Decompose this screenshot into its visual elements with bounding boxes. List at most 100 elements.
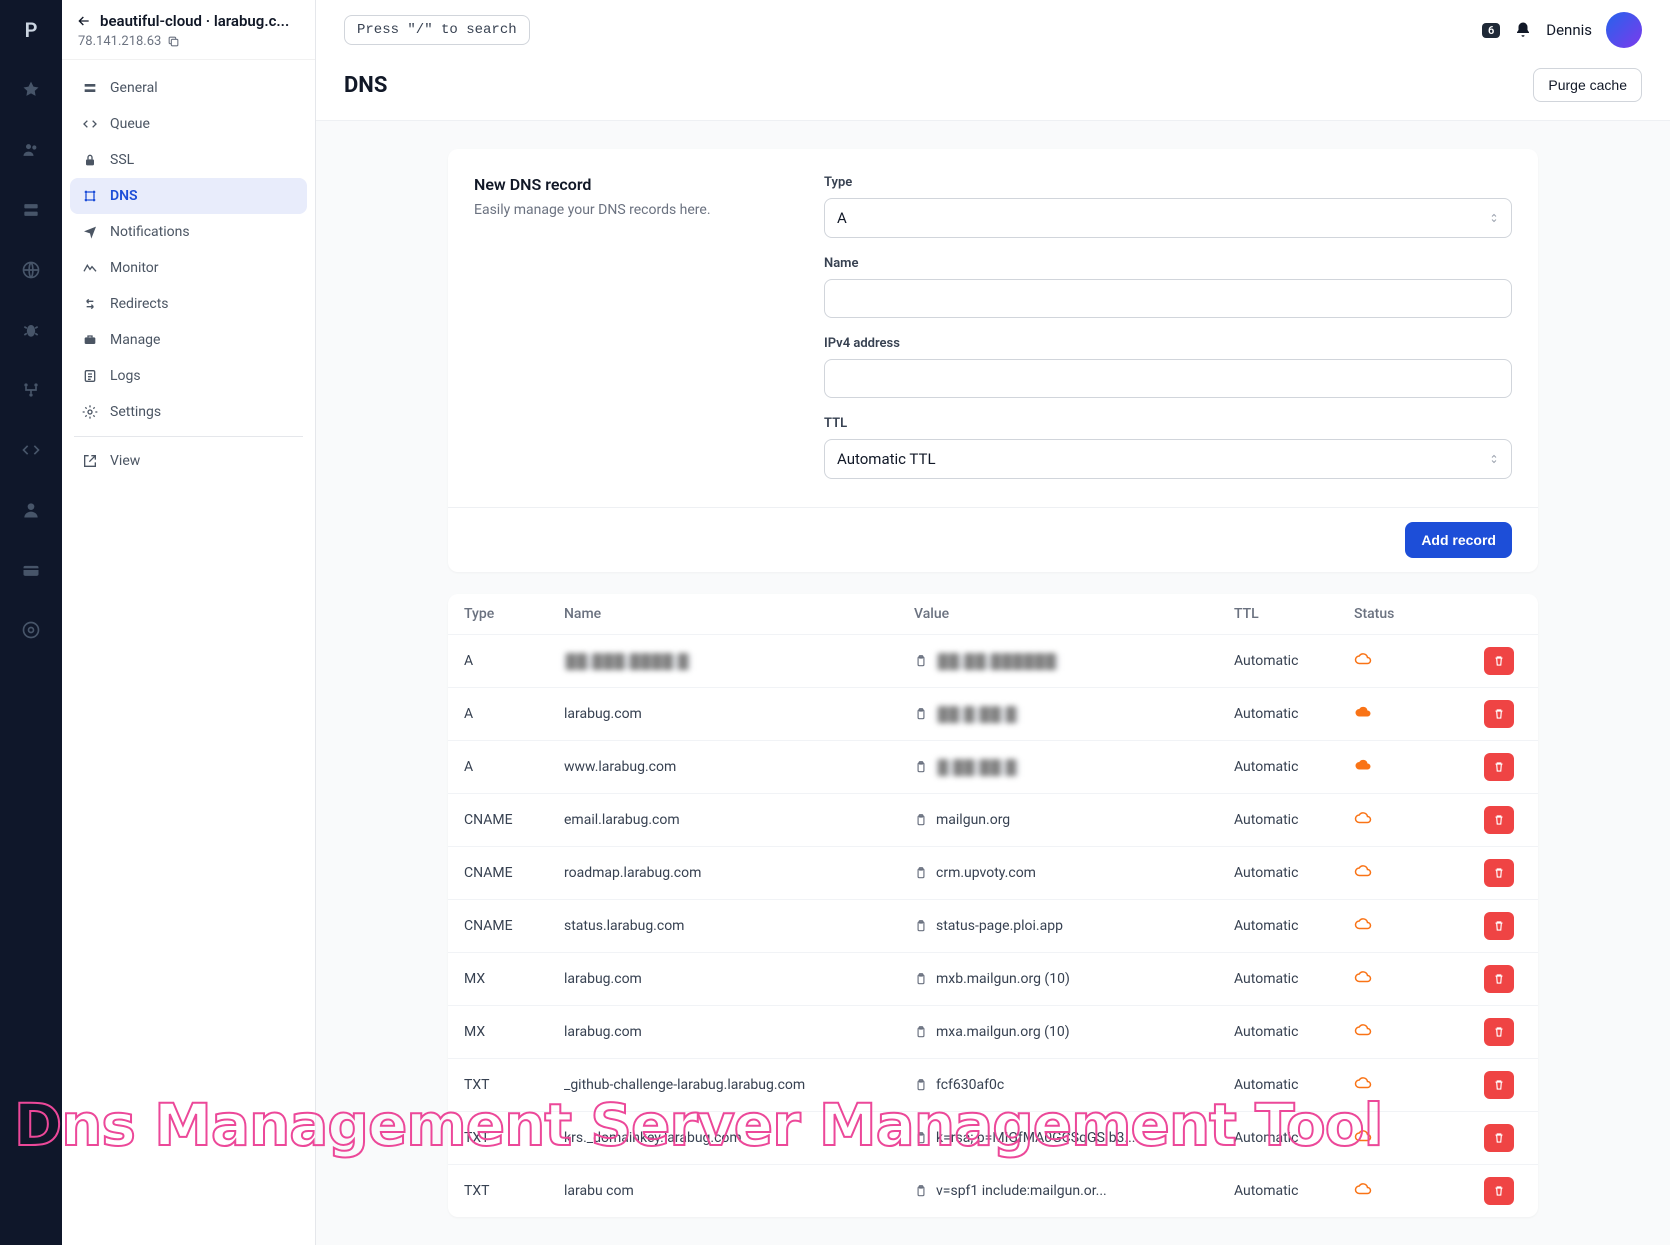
delete-record-button[interactable]	[1484, 1071, 1514, 1099]
cloud-outline-icon[interactable]	[1354, 915, 1372, 933]
breadcrumb[interactable]: beautiful-cloud · larabug.c...	[76, 12, 301, 30]
type-label: Type	[824, 175, 1512, 190]
monitor-icon	[82, 260, 98, 276]
ttl-select[interactable]: Automatic TTL	[824, 439, 1512, 479]
rail-card-icon[interactable]	[11, 550, 51, 590]
cloud-outline-icon[interactable]	[1354, 1074, 1372, 1092]
general-icon	[82, 80, 98, 96]
search-trigger[interactable]: Press "/" to search	[344, 15, 530, 45]
rail-code-icon[interactable]	[11, 430, 51, 470]
nav: General Queue SSLDNSNotifications Monitor Re…	[62, 60, 315, 489]
rail-user-icon[interactable]	[11, 490, 51, 530]
sidebar-item-manage[interactable]: Manage	[70, 322, 307, 358]
dns-records-table: Type Name Value TTL Status A ██.███.████…	[448, 594, 1538, 1217]
sidebar-item-view[interactable]: View	[70, 443, 307, 479]
nav-label: Queue	[110, 116, 150, 132]
cell-value: ██.██.██████	[914, 653, 1234, 670]
clipboard-icon[interactable]	[914, 1025, 928, 1039]
cell-value: mxa.mailgun.org (10)	[914, 1024, 1234, 1040]
sidebar-item-redirects[interactable]: Redirects	[70, 286, 307, 322]
queue-icon	[82, 116, 98, 132]
cell-name: www.larabug.com	[564, 759, 914, 775]
clipboard-icon[interactable]	[914, 760, 928, 774]
rail-server-icon[interactable]	[11, 190, 51, 230]
delete-record-button[interactable]	[1484, 912, 1514, 940]
cloud-filled-icon[interactable]	[1354, 756, 1372, 774]
rail-globe-icon[interactable]	[11, 250, 51, 290]
delete-record-button[interactable]	[1484, 806, 1514, 834]
cloud-outline-icon[interactable]	[1354, 650, 1372, 668]
cell-ttl: Automatic	[1234, 653, 1354, 669]
cell-status	[1354, 1127, 1434, 1149]
sidebar-item-queue[interactable]: Queue	[70, 106, 307, 142]
cell-status	[1354, 703, 1434, 725]
sidebar-item-dns[interactable]: DNS	[70, 178, 307, 214]
new-record-card: New DNS record Easily manage your DNS re…	[448, 149, 1538, 572]
sidebar-item-settings[interactable]: Settings	[70, 394, 307, 430]
delete-record-button[interactable]	[1484, 1018, 1514, 1046]
delete-record-button[interactable]	[1484, 1124, 1514, 1152]
rail-network-icon[interactable]	[11, 370, 51, 410]
clipboard-icon[interactable]	[914, 1131, 928, 1145]
cloud-outline-icon[interactable]	[1354, 968, 1372, 986]
delete-record-button[interactable]	[1484, 753, 1514, 781]
clipboard-icon[interactable]	[914, 866, 928, 880]
clipboard-icon[interactable]	[914, 813, 928, 827]
server-ip[interactable]: 78.141.218.63	[76, 34, 301, 49]
table-row: TXT _github-challenge-larabug.larabug.co…	[448, 1058, 1538, 1111]
sidebar-item-notifications[interactable]: Notifications	[70, 214, 307, 250]
sidebar-item-monitor[interactable]: Monitor	[70, 250, 307, 286]
col-value: Value	[914, 606, 1234, 622]
add-record-button[interactable]: Add record	[1405, 522, 1512, 558]
rail-bug-icon[interactable]	[11, 310, 51, 350]
clipboard-icon[interactable]	[914, 707, 928, 721]
ipv4-input[interactable]	[824, 359, 1512, 398]
cloud-outline-icon[interactable]	[1354, 862, 1372, 880]
notification-count-badge[interactable]: 6	[1482, 23, 1500, 38]
name-input[interactable]	[824, 279, 1512, 318]
delete-record-button[interactable]	[1484, 647, 1514, 675]
copy-icon	[167, 35, 180, 48]
purge-cache-button[interactable]: Purge cache	[1533, 68, 1642, 102]
rail-users-icon[interactable]	[11, 130, 51, 170]
cell-ttl: Automatic	[1234, 918, 1354, 934]
clipboard-icon[interactable]	[914, 919, 928, 933]
view-icon	[82, 453, 98, 469]
cloud-outline-icon[interactable]	[1354, 809, 1372, 827]
username[interactable]: Dennis	[1546, 21, 1592, 39]
delete-record-button[interactable]	[1484, 700, 1514, 728]
cell-name: email.larabug.com	[564, 812, 914, 828]
clipboard-icon[interactable]	[914, 972, 928, 986]
avatar[interactable]	[1606, 12, 1642, 48]
rail-help-icon[interactable]	[11, 610, 51, 650]
delete-record-button[interactable]	[1484, 1177, 1514, 1205]
clipboard-icon[interactable]	[914, 1184, 928, 1198]
cell-ttl: Automatic	[1234, 971, 1354, 987]
delete-record-button[interactable]	[1484, 859, 1514, 887]
clipboard-icon[interactable]	[914, 1078, 928, 1092]
notifications-icon	[82, 224, 98, 240]
bell-icon[interactable]	[1514, 21, 1532, 39]
cloud-filled-icon[interactable]	[1354, 703, 1372, 721]
type-select[interactable]: A	[824, 198, 1512, 238]
cloud-outline-icon[interactable]	[1354, 1021, 1372, 1039]
topbar: Press "/" to search 6 Dennis	[316, 0, 1670, 60]
cell-status	[1354, 1021, 1434, 1043]
logs-icon	[82, 368, 98, 384]
cell-name: ██.███.████ █	[564, 653, 914, 670]
clipboard-icon[interactable]	[914, 654, 928, 668]
cell-status	[1354, 650, 1434, 672]
settings-icon	[82, 404, 98, 420]
sidebar-item-general[interactable]: General	[70, 70, 307, 106]
cloud-outline-icon[interactable]	[1354, 1127, 1372, 1145]
app-logo[interactable]: P	[11, 10, 51, 50]
form-subtitle: Easily manage your DNS records here.	[474, 202, 804, 218]
page-title: DNS	[344, 73, 387, 98]
sidebar-item-ssl[interactable]: SSL	[70, 142, 307, 178]
cell-value: mxb.mailgun.org (10)	[914, 971, 1234, 987]
nav-label: Monitor	[110, 260, 159, 276]
cloud-outline-icon[interactable]	[1354, 1180, 1372, 1198]
delete-record-button[interactable]	[1484, 965, 1514, 993]
rail-rocket-icon[interactable]	[11, 70, 51, 110]
sidebar-item-logs[interactable]: Logs	[70, 358, 307, 394]
